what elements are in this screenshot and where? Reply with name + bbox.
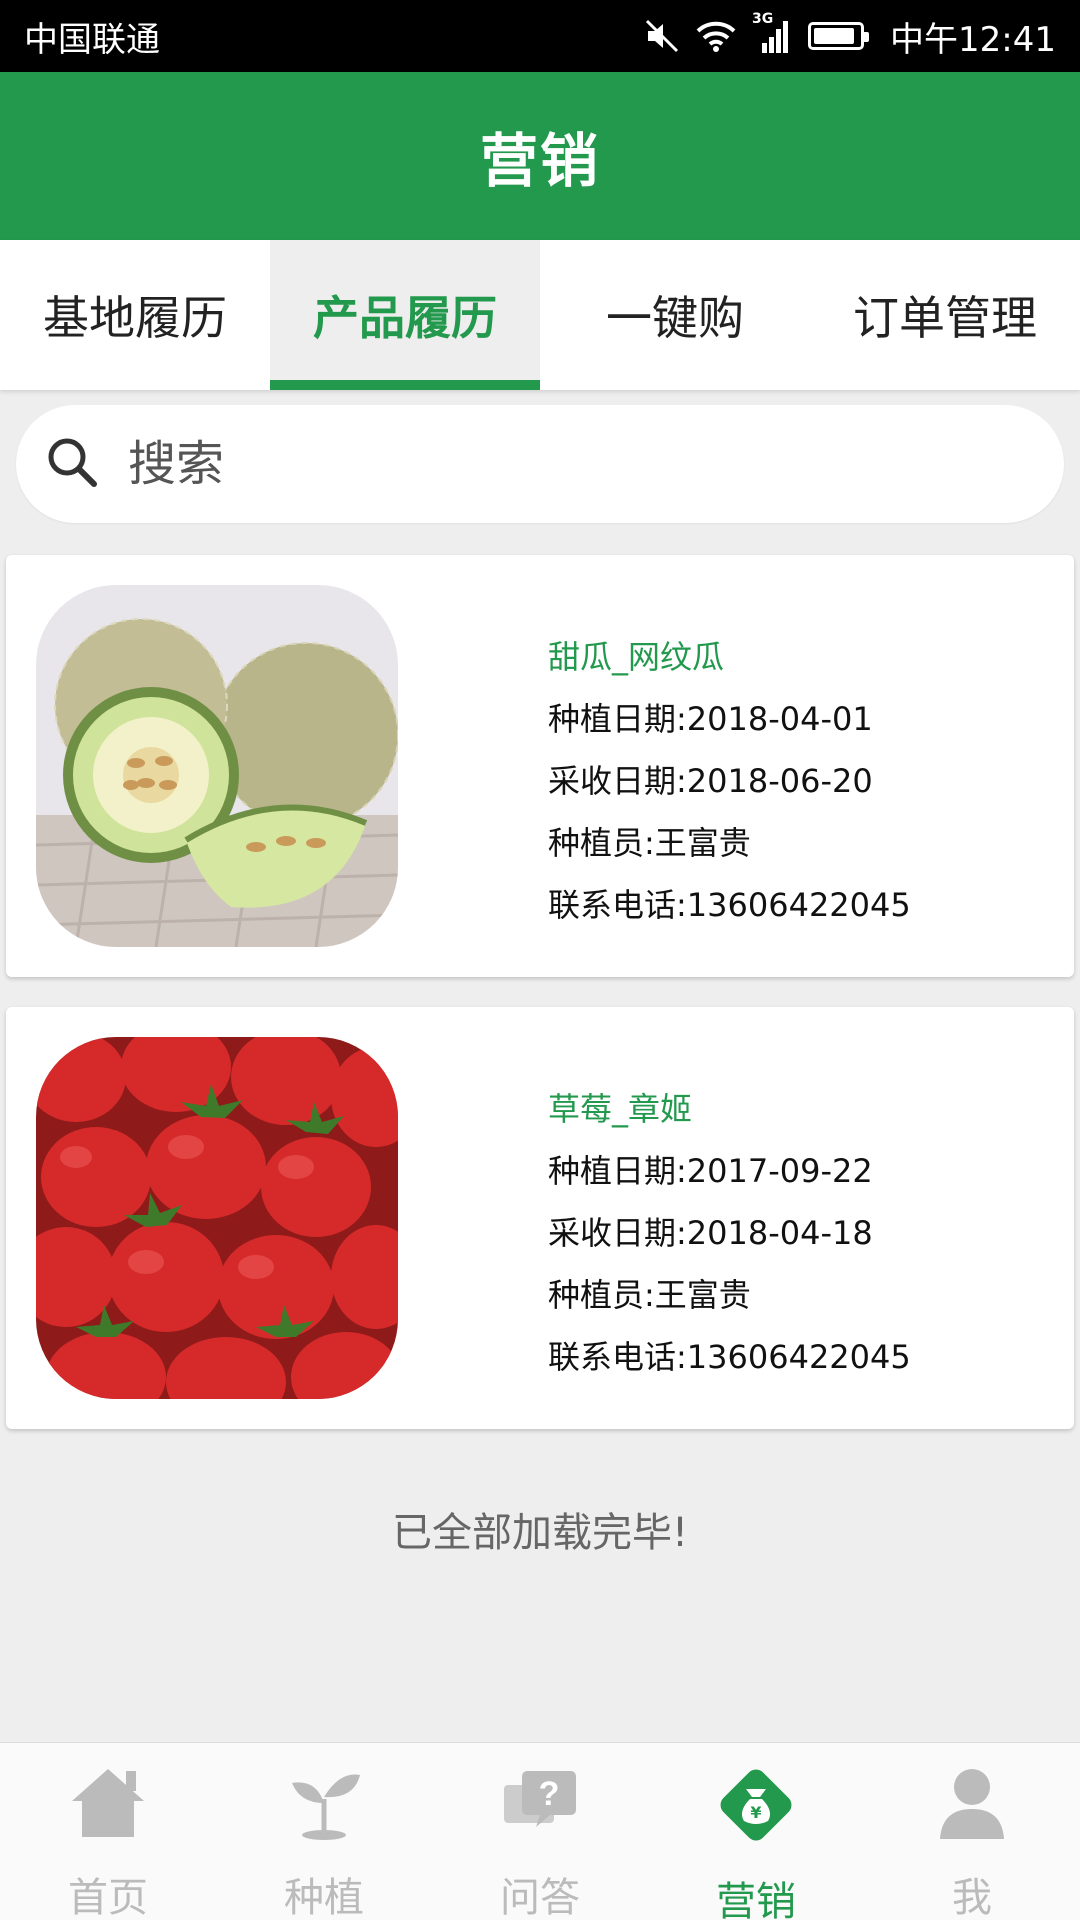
carrier-name: 中国联通 <box>24 19 160 60</box>
network-type: 3G <box>752 11 774 27</box>
nav-home-label: 首页 <box>68 1875 148 1920</box>
money-bag-icon: ¥ <box>713 1763 799 1847</box>
harvest-date: 采收日期:2018-06-20 <box>548 762 873 800</box>
product-card[interactable]: 甜瓜_网纹瓜 种植日期:2018-04-01 采收日期:2018-06-20 种… <box>6 555 1074 977</box>
qa-icon: ? <box>497 1763 583 1843</box>
plant-date: 种植日期:2017-09-22 <box>548 1152 873 1190</box>
search-input[interactable] <box>128 436 1028 492</box>
mute-icon <box>644 18 680 54</box>
product-card[interactable]: 草莓_章姬 种植日期:2017-09-22 采收日期:2018-04-18 种植… <box>6 1007 1074 1429</box>
svg-text:¥: ¥ <box>750 1803 761 1822</box>
svg-text:?: ? <box>539 1775 560 1813</box>
sprout-icon <box>281 1763 367 1843</box>
app-header: 营销 <box>0 72 1080 240</box>
strawberry-image <box>36 1037 398 1399</box>
nav-qa-label: 问答 <box>500 1875 580 1920</box>
wifi-icon <box>696 19 736 53</box>
product-info: 甜瓜_网纹瓜 种植日期:2018-04-01 采收日期:2018-06-20 种… <box>548 635 911 945</box>
product-name[interactable]: 甜瓜_网纹瓜 <box>548 635 911 679</box>
bottom-nav: 首页 种植 ? 问答 ¥ 营销 我 <box>0 1742 1080 1920</box>
melon-image <box>36 585 398 947</box>
cell-signal-icon: 3G <box>752 11 792 53</box>
plant-date: 种植日期:2018-04-01 <box>548 700 873 738</box>
tab-bar: 基地履历 产品履历 一键购 订单管理 <box>0 240 1080 390</box>
home-icon <box>65 1763 151 1843</box>
contact-phone: 联系电话:13606422045 <box>548 1338 911 1376</box>
harvest-date: 采收日期:2018-04-18 <box>548 1214 873 1252</box>
nav-marketing[interactable]: ¥ 营销 <box>648 1743 864 1920</box>
nav-planting[interactable]: 种植 <box>216 1743 432 1920</box>
nav-home[interactable]: 首页 <box>0 1743 216 1920</box>
status-icons: 3G 中午12:41 <box>644 11 1056 61</box>
status-time: 中午12:41 <box>890 19 1056 60</box>
battery-icon <box>808 22 870 50</box>
tab-one-click-buy[interactable]: 一键购 <box>540 240 810 390</box>
search-icon <box>44 434 100 494</box>
contact-phone: 联系电话:13606422045 <box>548 886 911 924</box>
nav-marketing-label: 营销 <box>716 1879 796 1920</box>
nav-me-label: 我 <box>952 1875 992 1920</box>
user-icon <box>929 1763 1015 1843</box>
tab-order-management[interactable]: 订单管理 <box>810 240 1080 390</box>
grower: 种植员:王富贵 <box>548 1276 751 1314</box>
product-name[interactable]: 草莓_章姬 <box>548 1087 911 1131</box>
nav-me[interactable]: 我 <box>864 1743 1080 1920</box>
search-bar[interactable] <box>16 405 1064 523</box>
nav-planting-label: 种植 <box>284 1875 364 1920</box>
tab-base-history[interactable]: 基地履历 <box>0 240 270 390</box>
list-end-message: 已全部加载完毕! <box>391 1510 689 1556</box>
product-info: 草莓_章姬 种植日期:2017-09-22 采收日期:2018-04-18 种植… <box>548 1087 911 1397</box>
grower: 种植员:王富贵 <box>548 824 751 862</box>
tab-product-history[interactable]: 产品履历 <box>270 240 540 390</box>
status-bar: 中国联通 3G 中午12:41 <box>0 0 1080 72</box>
nav-qa[interactable]: ? 问答 <box>432 1743 648 1920</box>
page-title: 营销 <box>479 127 600 195</box>
